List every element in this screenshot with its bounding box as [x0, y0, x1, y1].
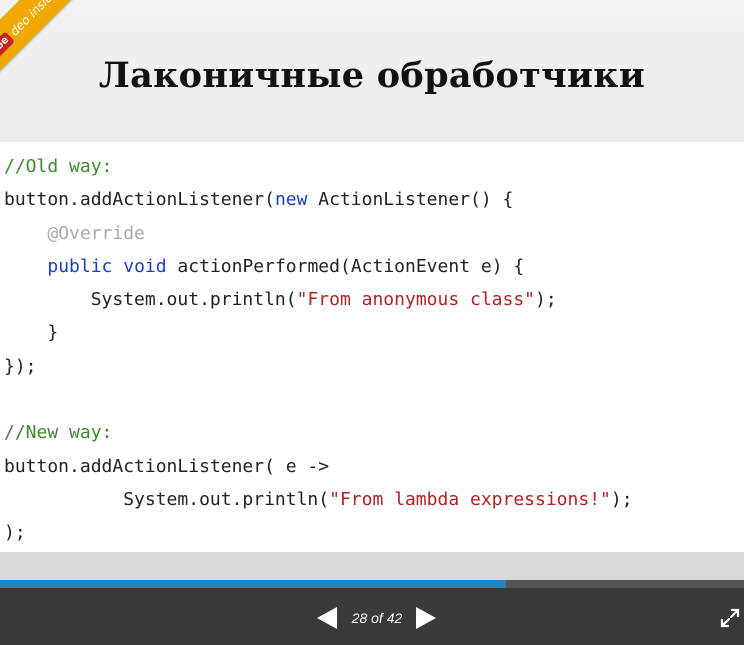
triangle-left-icon[interactable] [315, 606, 339, 630]
code-token: new [274, 189, 308, 211]
code-token: ActionListener() { [307, 189, 514, 211]
code-line: @Override [4, 223, 145, 244]
code-panel: //Old way: button.addActionListener(new … [0, 142, 744, 552]
code-token: //New way: [4, 422, 113, 444]
progress-bar[interactable] [0, 580, 744, 588]
code-token: public [47, 255, 113, 277]
code-line: //Old way: [4, 156, 112, 177]
triangle-right-icon[interactable] [414, 606, 438, 630]
code-token: @Override [47, 222, 145, 244]
badge-text: deo inside. [7, 0, 64, 39]
code-line: System.out.println("From lambda expressi… [4, 488, 633, 510]
slide-counter: 28 of 42 [351, 610, 403, 626]
code-token: button.addActionListener( [4, 189, 275, 211]
code-token: } [4, 322, 59, 344]
code-line: System.out.println("From anonymous class… [4, 289, 557, 310]
expand-arrows-icon[interactable] [720, 608, 740, 628]
code-line: public void actionPerformed(ActionEvent … [4, 256, 524, 277]
code-token: void [123, 255, 167, 277]
code-token: ); [4, 522, 26, 544]
progress-fill [0, 580, 506, 588]
code-token: actionPerformed(ActionEvent e) { [166, 255, 525, 277]
code-line: //New way: [4, 422, 112, 443]
code-block: //Old way: button.addActionListener(new … [4, 150, 633, 550]
code-token: "From anonymous class" [296, 289, 536, 311]
player-controls: 28 of 42 [0, 588, 744, 645]
code-token: ); [535, 289, 557, 311]
code-line: } [4, 322, 58, 343]
code-line: ); [4, 522, 26, 543]
code-line: }); [4, 356, 37, 377]
slide-title: Лаконичные обработчики [98, 55, 646, 96]
code-line: button.addActionListener(new ActionListe… [4, 189, 513, 210]
code-token: ); [610, 488, 633, 510]
code-token: System.out.println( [4, 488, 330, 510]
code-token: "From lambda expressions!" [329, 488, 611, 510]
code-token: button.addActionListener( e -> [4, 455, 330, 477]
code-token: }); [4, 355, 37, 377]
code-line: button.addActionListener( e -> [4, 456, 329, 477]
code-token: System.out.println( [4, 289, 297, 311]
slide: Tubedeo inside. Лаконичные обработчики /… [0, 0, 744, 580]
code-token: //Old way: [4, 156, 113, 177]
